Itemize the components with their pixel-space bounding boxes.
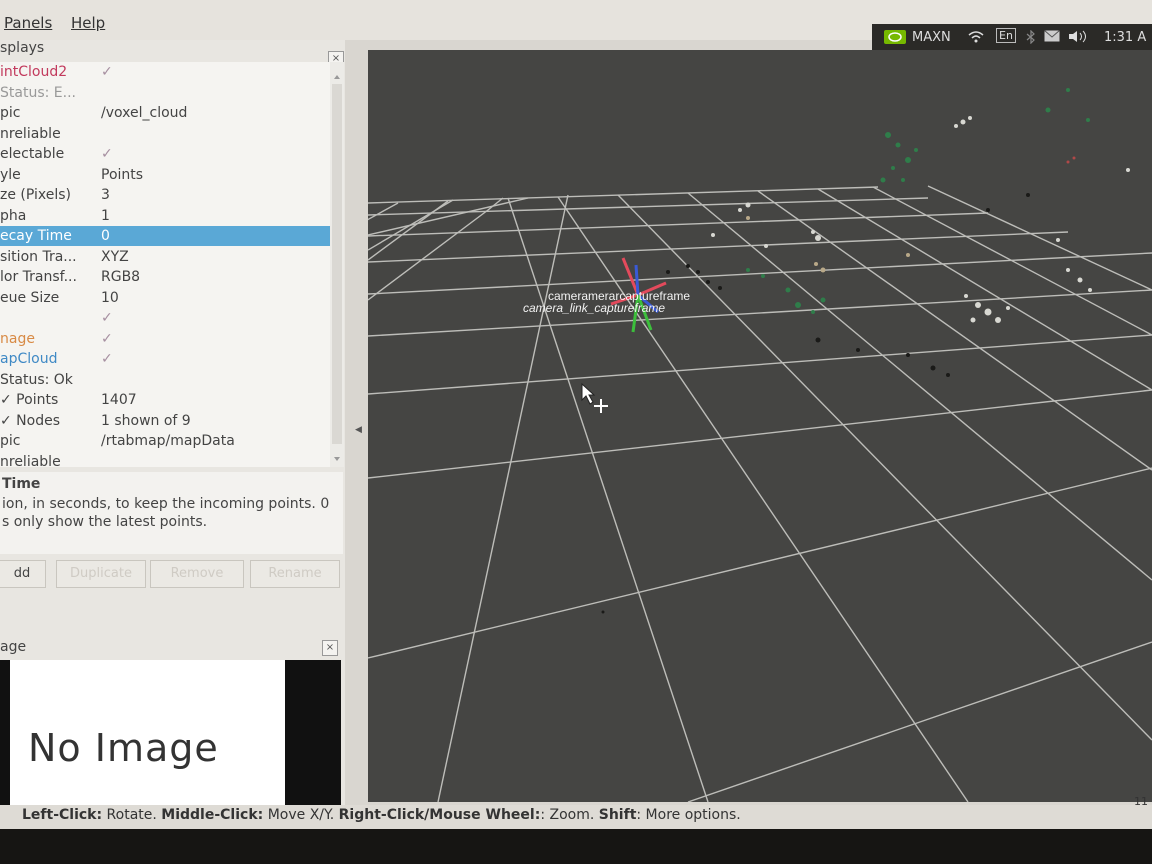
property-name: ✓ Points xyxy=(0,392,59,408)
property-row[interactable]: nreliable xyxy=(0,124,330,144)
property-name: nage xyxy=(0,330,35,347)
property-row[interactable]: intCloud2 ✓ xyxy=(0,62,330,82)
add-button[interactable]: dd xyxy=(0,560,46,588)
3d-scene[interactable]: cameramerarcaptureframe camera_link_capt… xyxy=(368,50,1152,802)
property-row[interactable]: ✓ Nodes 1 shown of 9 xyxy=(0,411,330,431)
property-row[interactable]: ✓ xyxy=(0,308,330,328)
property-value: RGB8 xyxy=(101,269,141,285)
property-row[interactable]: electable ✓ xyxy=(0,144,330,164)
property-name: ze (Pixels) xyxy=(0,187,72,203)
displays-tree[interactable]: intCloud2 ✓ Status: E... pic/voxel_cloudnre… xyxy=(0,62,330,467)
rename-button[interactable]: Rename xyxy=(250,560,340,588)
menu-panels[interactable]: Panels xyxy=(4,14,52,32)
monitor-bezel xyxy=(0,829,1152,864)
property-name: pha xyxy=(0,207,27,224)
3d-render-view[interactable]: cameramerarcaptureframe camera_link_capt… xyxy=(368,50,1152,802)
bluetooth-icon[interactable] xyxy=(1026,29,1036,48)
property-name: pic xyxy=(0,105,21,121)
property-row[interactable]: eue Size 10 xyxy=(0,288,330,308)
property-description: Time ion, in seconds, to keep the incomi… xyxy=(0,472,343,554)
property-name: pic xyxy=(0,433,21,449)
property-value: /voxel_cloud xyxy=(101,105,188,121)
duplicate-button[interactable]: Duplicate xyxy=(56,560,146,588)
status-hint: Left-Click: Rotate. Middle-Click: Move X… xyxy=(22,807,741,823)
collapse-left-arrow-icon[interactable]: ◀ xyxy=(355,425,362,435)
property-row[interactable]: ✓ Points 1407 xyxy=(0,390,330,410)
property-value: Points xyxy=(101,166,144,183)
property-name: yle xyxy=(0,166,21,183)
property-value: 3 xyxy=(101,187,110,203)
checkbox-icon[interactable]: ✓ xyxy=(101,146,113,162)
description-title: Time xyxy=(2,476,41,492)
property-name: eue Size xyxy=(0,289,60,306)
property-row[interactable]: pic/voxel_cloud xyxy=(0,103,330,123)
checkbox-icon[interactable]: ✓ xyxy=(101,310,113,326)
image-panel-title: age xyxy=(0,639,27,655)
property-row[interactable]: yle Points xyxy=(0,165,330,185)
remove-button[interactable]: Remove xyxy=(150,560,244,588)
property-value: 1 xyxy=(101,207,110,224)
close-icon[interactable]: × xyxy=(322,640,338,656)
property-name: ✓ Nodes xyxy=(0,412,61,429)
description-line-1: ion, in seconds, to keep the incoming po… xyxy=(2,496,330,512)
property-value: 1407 xyxy=(101,392,137,408)
displays-panel-title: splays xyxy=(0,40,45,56)
property-row[interactable]: pic/rtabmap/mapData xyxy=(0,431,330,451)
property-name: sition Tra... xyxy=(0,248,77,265)
property-row[interactable]: nage ✓ xyxy=(0,329,330,349)
tf-frame-label: camera_link_captureframe xyxy=(523,301,665,315)
property-row[interactable]: Status: E... xyxy=(0,83,330,103)
property-name: Status: E... xyxy=(0,84,76,101)
property-name: Status: Ok xyxy=(0,371,73,388)
property-value: /rtabmap/mapData xyxy=(101,433,235,449)
screen: Panels Help MAXN En 1:31 A splays × intC… xyxy=(0,0,1152,864)
property-row[interactable]: ze (Pixels) 3 xyxy=(0,185,330,205)
status-bar: Left-Click: Rotate. Middle-Click: Move X… xyxy=(0,795,1152,829)
property-row[interactable]: ecay Time 0 xyxy=(0,226,330,246)
property-name: lor Transf... xyxy=(0,269,77,285)
property-name: nreliable xyxy=(0,453,61,468)
property-row[interactable]: Status: Ok xyxy=(0,370,330,390)
nvidia-icon[interactable] xyxy=(884,30,906,48)
property-name: ecay Time xyxy=(0,228,72,244)
power-mode-label[interactable]: MAXN xyxy=(912,30,951,45)
property-name: apCloud xyxy=(0,351,58,367)
display-buttons: dd Duplicate Remove Rename xyxy=(0,560,343,590)
point-cloud xyxy=(601,88,1130,614)
fps-counter: 11 xyxy=(1134,795,1148,808)
clock[interactable]: 1:31 A xyxy=(1104,30,1146,45)
property-value: XYZ xyxy=(101,248,129,265)
checkbox-icon[interactable]: ✓ xyxy=(101,331,113,347)
property-row[interactable]: apCloud ✓ xyxy=(0,349,330,369)
property-value: 0 xyxy=(101,228,110,244)
no-image-text: No Image xyxy=(28,726,219,770)
property-name: electable xyxy=(0,146,65,162)
property-row[interactable]: pha 1 xyxy=(0,206,330,226)
volume-icon[interactable] xyxy=(1068,30,1090,47)
property-value: 10 xyxy=(101,289,119,306)
property-value: 1 shown of 9 xyxy=(101,412,191,429)
property-row[interactable]: lor Transf... RGB8 xyxy=(0,267,330,287)
checkbox-icon[interactable]: ✓ xyxy=(101,351,113,367)
checkbox-icon[interactable]: ✓ xyxy=(101,64,113,80)
menu-help[interactable]: Help xyxy=(71,14,105,32)
mail-icon[interactable] xyxy=(1044,30,1060,46)
property-name: nreliable xyxy=(0,125,61,142)
mouse-cursor-icon xyxy=(581,382,608,413)
left-dock: splays × intCloud2 ✓ Status: E... pic/voxel… xyxy=(0,40,345,845)
property-row[interactable]: sition Tra... XYZ xyxy=(0,247,330,267)
tree-scrollbar[interactable] xyxy=(330,62,344,467)
property-name: intCloud2 xyxy=(0,64,68,80)
property-row[interactable]: nreliable xyxy=(0,452,330,468)
description-line-2: s only show the latest points. xyxy=(2,514,208,530)
grid xyxy=(368,185,1152,802)
wifi-icon[interactable] xyxy=(968,30,984,47)
keyboard-layout[interactable]: En xyxy=(996,28,1016,43)
